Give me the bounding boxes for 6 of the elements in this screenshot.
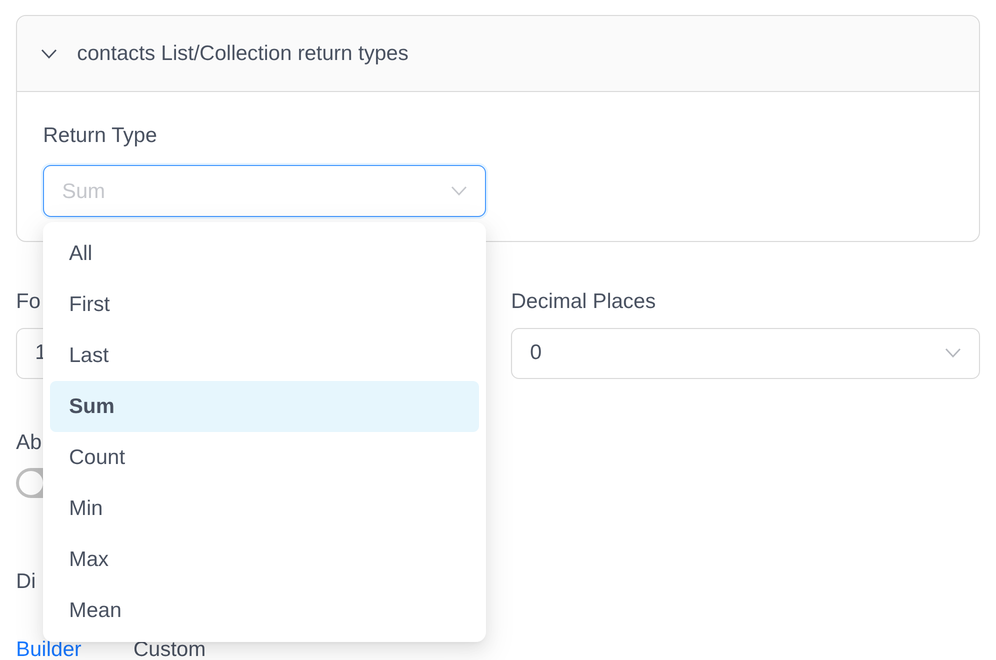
field-label: Di (16, 568, 36, 595)
field-label: Ab (16, 430, 42, 456)
field-label: Return Type (43, 123, 158, 149)
field-label: Decimal Places (511, 289, 656, 316)
panel-title: contacts List/Collection return types (77, 40, 408, 67)
field-label: Fo (16, 289, 41, 316)
